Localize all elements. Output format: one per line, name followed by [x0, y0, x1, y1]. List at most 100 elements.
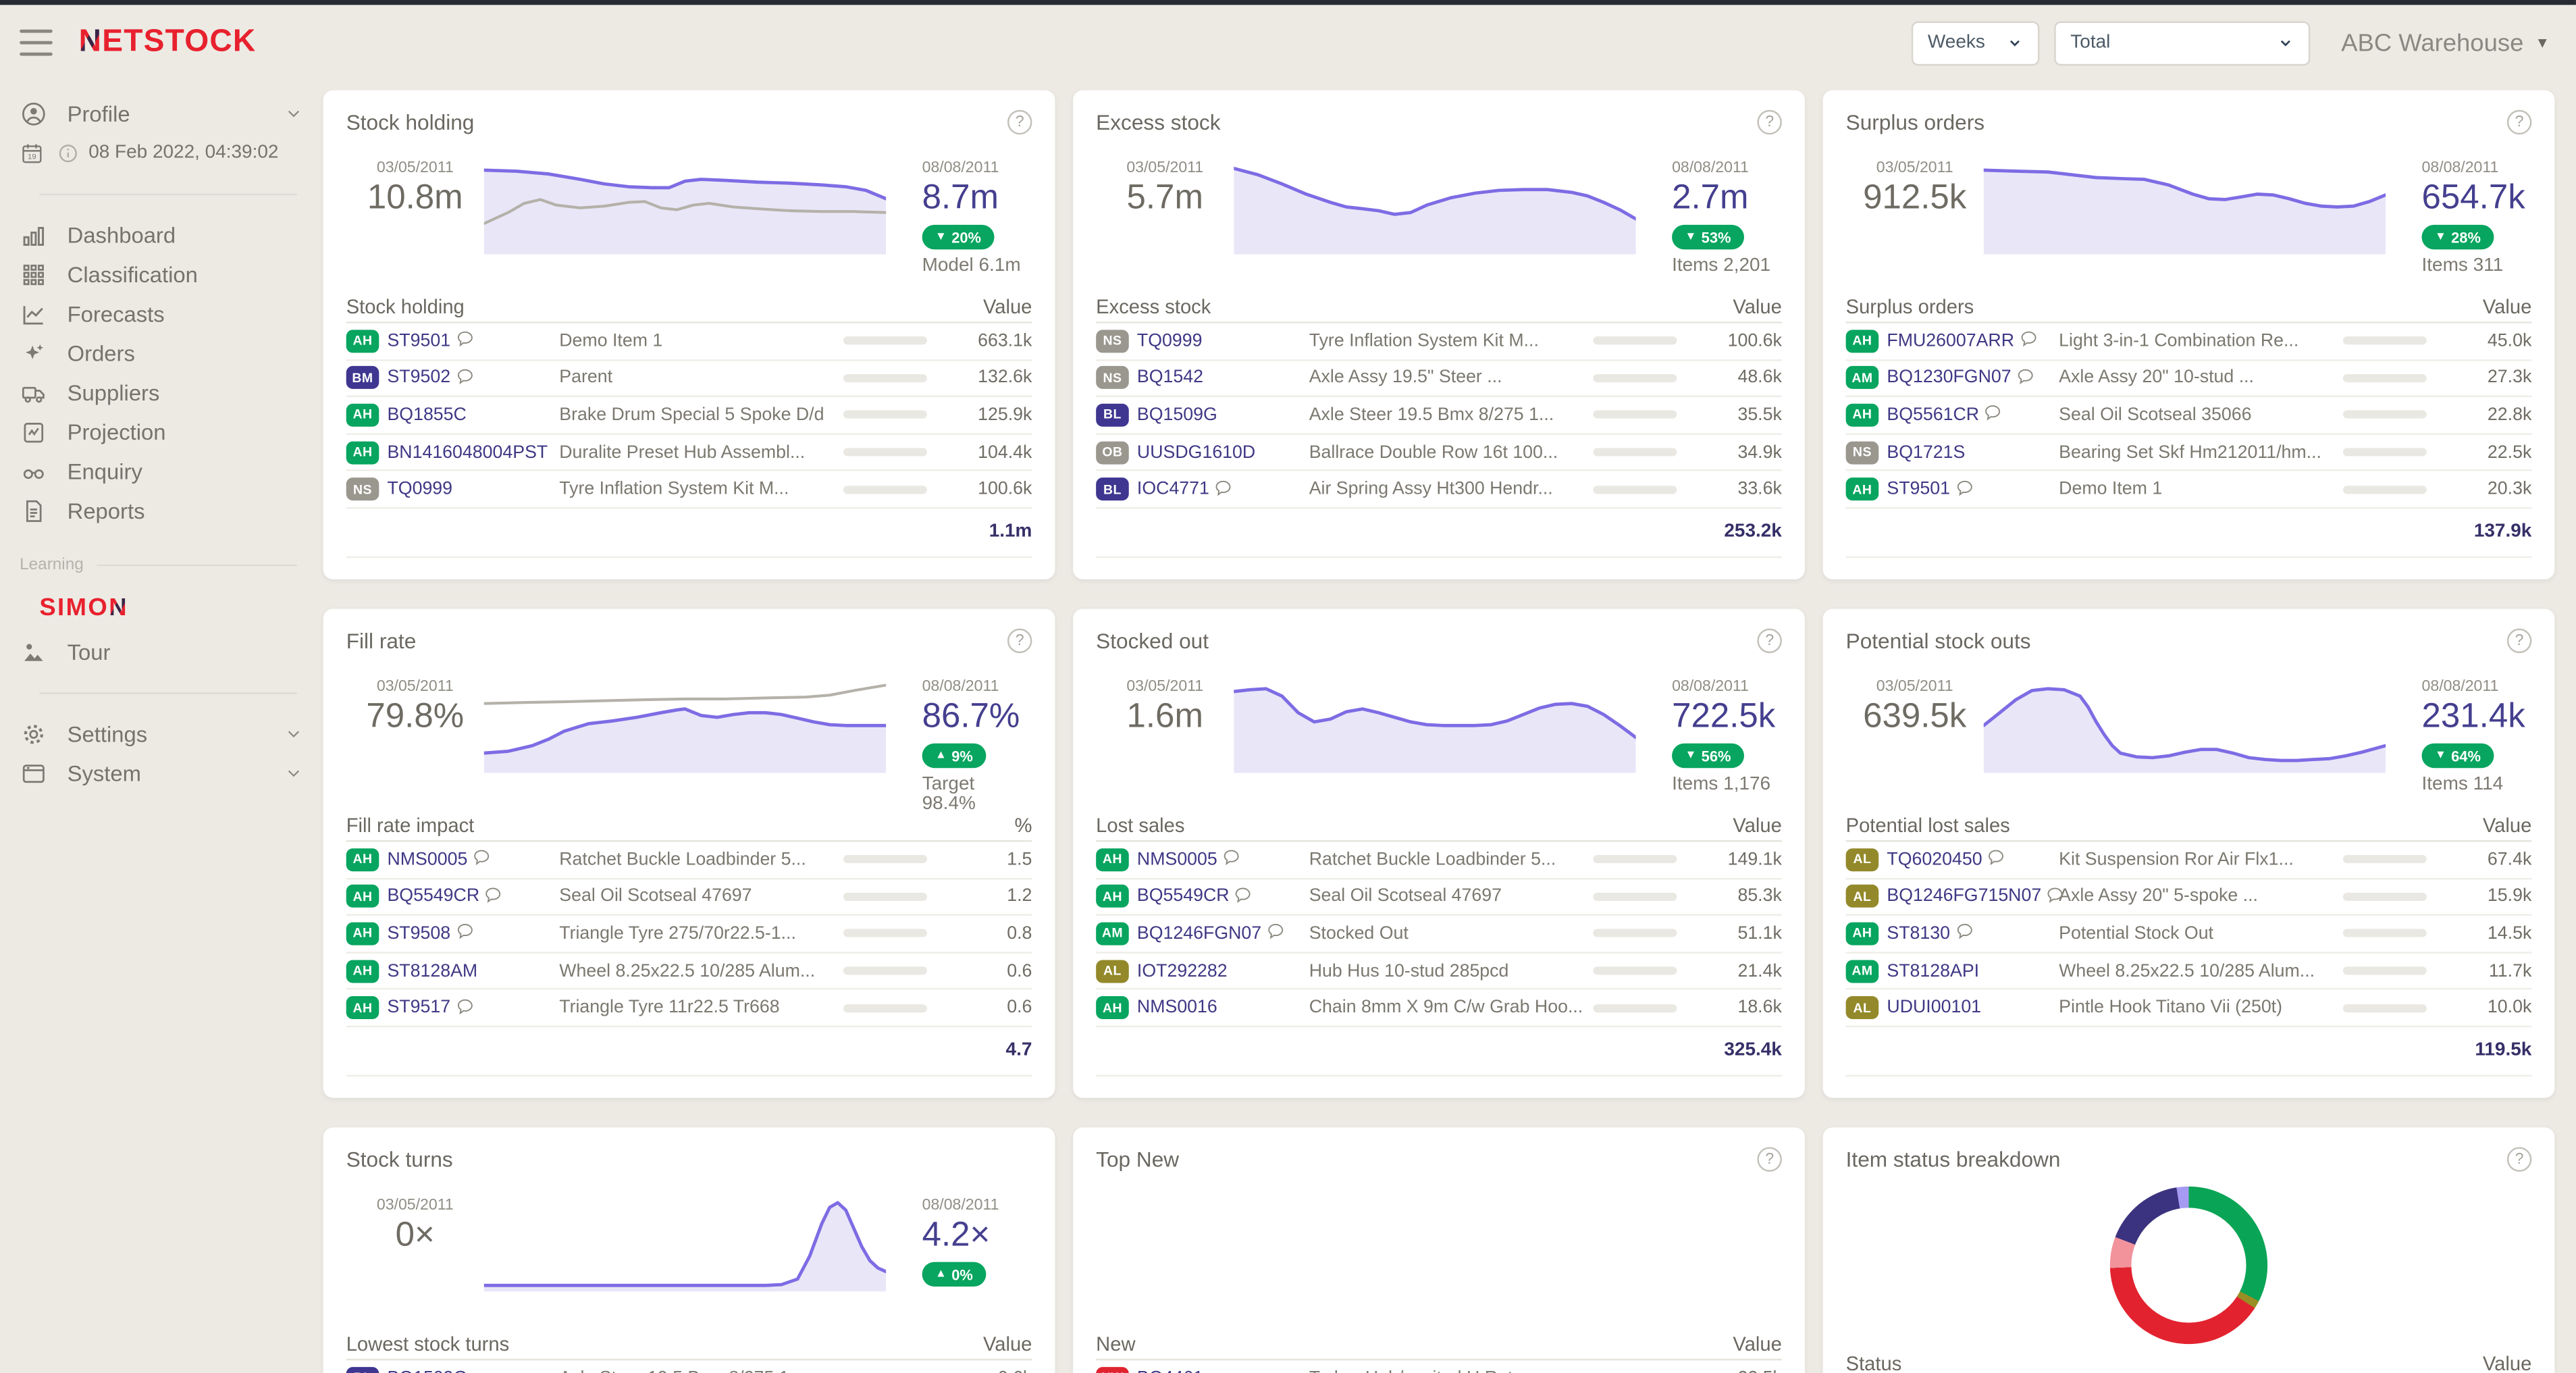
help-icon[interactable]: ?	[1757, 1147, 1782, 1172]
value-bar	[843, 892, 927, 901]
item-code-link[interactable]: UUSDG1610D	[1137, 442, 1255, 462]
end-date: 08/08/2011	[2421, 677, 2499, 696]
comment-bubble-icon[interactable]	[2047, 883, 2065, 903]
sidebar-item-profile[interactable]: Profile	[0, 94, 323, 133]
table-row: AH ST9501 Demo Item 1 663.1k	[346, 323, 1032, 361]
card-title: Fill rate	[346, 628, 417, 654]
item-code-link[interactable]: ST8128AM	[387, 961, 477, 981]
item-code-link[interactable]: BQ1721S	[1887, 442, 1965, 462]
item-code-link[interactable]: BQ1246FG715N07	[1887, 887, 2041, 906]
value-bar	[2342, 855, 2427, 864]
comment-bubble-icon[interactable]	[1266, 920, 1284, 940]
item-code-link[interactable]: BQ1855C	[387, 405, 466, 425]
dashboard-card: Stocked out ? 03/05/2011 1.6m 08/08/2011…	[1073, 608, 1805, 1098]
value-bar	[1592, 373, 1677, 382]
svg-text:19: 19	[28, 152, 36, 160]
item-code-link[interactable]: TQ6020450	[1887, 850, 1982, 869]
comment-bubble-icon[interactable]	[455, 327, 473, 347]
item-code-link[interactable]: ST8128API	[1887, 961, 1979, 981]
comment-bubble-icon[interactable]	[1984, 401, 2002, 421]
item-code-link[interactable]: NMS0005	[387, 850, 467, 869]
item-value: 132.6k	[978, 368, 1032, 388]
item-code-link[interactable]: ST8130	[1887, 924, 1950, 943]
comment-bubble-icon[interactable]	[1222, 846, 1240, 866]
sidebar-item-enquiry[interactable]: Enquiry	[0, 451, 323, 490]
warehouse-dropdown[interactable]: ABC Warehouse ▼	[2341, 29, 2550, 57]
sparkline-chart	[1232, 156, 1638, 255]
item-code-link[interactable]: BQ1542	[1137, 368, 1203, 388]
item-code-link[interactable]: TQ0999	[1137, 331, 1203, 351]
sidebar-item-system[interactable]: System	[0, 753, 323, 792]
sidebar-item-projection[interactable]: Projection	[0, 412, 323, 451]
table-row: BL BQ1509G Axle Steer 19.5 Bmx 8/275 1..…	[1096, 397, 1782, 435]
sidebar-item-forecasts[interactable]: Forecasts	[0, 294, 323, 333]
table-row: AH BQ1855C Brake Drum Special 5 Spoke D/…	[346, 397, 1032, 435]
help-icon[interactable]: ?	[2506, 1147, 2532, 1172]
item-code-link[interactable]: ST9517	[387, 998, 450, 1018]
item-code-link[interactable]: BQ4461	[1137, 1368, 1203, 1373]
table-row: BL BQ1509G Axle Steer 19.5 Bmx 8/275 1..…	[346, 1360, 1032, 1373]
end-stat: 08/08/2011 8.7m ▼ 20% Model 6.1m	[886, 156, 1032, 276]
sidebar-item-label: Dashboard	[67, 222, 176, 247]
status-badge: NS	[1096, 329, 1129, 353]
table-row: AL BQ1246FG715N07 Axle Assy 20" 5-spoke …	[1845, 879, 2532, 916]
item-code-link[interactable]: IOC4771	[1137, 480, 1209, 499]
item-code-link[interactable]: ST9501	[1887, 480, 1950, 499]
item-code-link[interactable]: UDUI00101	[1887, 998, 1981, 1018]
comment-bubble-icon[interactable]	[484, 883, 502, 903]
help-icon[interactable]: ?	[1007, 109, 1032, 135]
menu-icon[interactable]	[20, 29, 53, 56]
item-code-link[interactable]: BN1416048004PST	[387, 442, 548, 462]
sidebar-item-reports[interactable]: Reports	[0, 491, 323, 530]
sidebar-item-label: Suppliers	[67, 380, 160, 405]
sidebar-item-tour[interactable]: Tour	[0, 632, 323, 671]
sidebar-item-classification[interactable]: Classification	[0, 255, 323, 294]
item-code-link[interactable]: ST9501	[387, 331, 450, 351]
table-value-label: Value	[2482, 1351, 2532, 1373]
item-code-link[interactable]: BQ1246FGN07	[1137, 924, 1261, 943]
comment-bubble-icon[interactable]	[455, 364, 473, 384]
item-code-link[interactable]: ST9508	[387, 924, 450, 943]
comment-bubble-icon[interactable]	[1955, 475, 1973, 496]
item-code-link[interactable]: BQ5549CR	[387, 887, 479, 906]
comment-bubble-icon[interactable]	[1214, 475, 1232, 496]
comment-bubble-icon[interactable]	[455, 994, 473, 1014]
item-code-link[interactable]: BQ5561CR	[1887, 405, 1979, 425]
period-select[interactable]: Weeks	[1911, 20, 2040, 65]
table-row: NS TQ0999 Tyre Inflation System Kit M...…	[346, 471, 1032, 509]
item-code-link[interactable]: BQ1509G	[1137, 405, 1217, 425]
comment-bubble-icon[interactable]	[1955, 920, 1973, 940]
item-code-link[interactable]: BQ1230FGN07	[1887, 368, 2011, 388]
sidebar-item-suppliers[interactable]: Suppliers	[0, 373, 323, 412]
sidebar-item-settings[interactable]: Settings	[0, 714, 323, 753]
help-icon[interactable]: ?	[1007, 628, 1032, 654]
help-icon[interactable]: ?	[2506, 109, 2532, 135]
comment-bubble-icon[interactable]	[1234, 883, 1253, 903]
simon-logo[interactable]: SIMON	[39, 594, 323, 622]
item-code-link[interactable]: FMU26007ARR	[1887, 331, 2014, 351]
item-code-link[interactable]: BQ5549CR	[1137, 887, 1230, 906]
item-value: 18.6k	[1737, 998, 1782, 1018]
item-code-link[interactable]: NMS0016	[1137, 998, 1217, 1018]
comment-bubble-icon[interactable]	[2016, 364, 2034, 384]
tour-photo-icon	[20, 638, 47, 665]
comment-bubble-icon[interactable]	[2019, 327, 2037, 347]
scope-select[interactable]: Total	[2054, 20, 2311, 65]
help-icon[interactable]: ?	[1757, 628, 1782, 654]
sidebar-item-dashboard[interactable]: Dashboard	[0, 215, 323, 254]
comment-bubble-icon[interactable]	[455, 920, 473, 940]
sidebar-item-orders[interactable]: Orders	[0, 333, 323, 372]
help-icon[interactable]: ?	[1757, 109, 1782, 135]
comment-bubble-icon[interactable]	[1987, 846, 2005, 866]
item-value: 33.6k	[1737, 479, 1782, 500]
item-code-link[interactable]: ST9502	[387, 368, 450, 388]
status-badge: AH	[346, 959, 379, 983]
item-code-link[interactable]: BQ1509G	[387, 1368, 467, 1373]
item-description: Parent	[559, 368, 613, 388]
end-date: 08/08/2011	[922, 1196, 999, 1215]
comment-bubble-icon[interactable]	[473, 846, 491, 866]
item-code-link[interactable]: TQ0999	[387, 480, 452, 499]
item-code-link[interactable]: IOT292282	[1137, 961, 1228, 981]
item-code-link[interactable]: NMS0005	[1137, 850, 1217, 869]
help-icon[interactable]: ?	[2506, 628, 2532, 654]
